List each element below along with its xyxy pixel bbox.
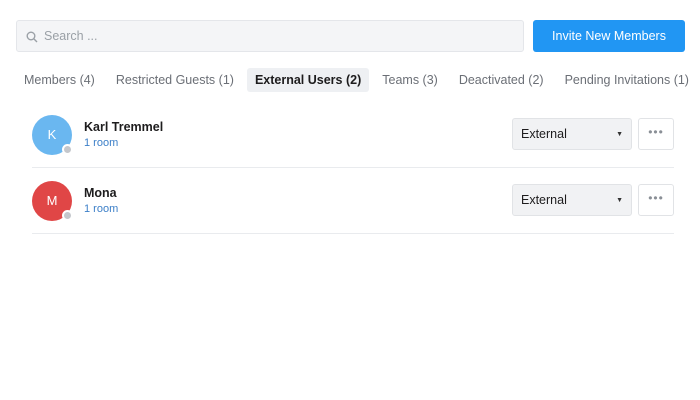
member-rooms-link[interactable]: 1 room (84, 137, 163, 149)
role-select[interactable]: External ▼ (512, 118, 632, 150)
more-horizontal-icon: ••• (648, 124, 664, 139)
caret-down-icon: ▼ (616, 196, 623, 204)
member-info: Mona 1 room (84, 186, 118, 215)
avatar[interactable]: M (32, 180, 73, 221)
role-select[interactable]: External ▼ (512, 184, 632, 216)
member-list: K Karl Tremmel 1 room External ▼ ••• M M… (32, 102, 674, 234)
member-controls: External ▼ ••• (512, 184, 674, 216)
member-tabs: Members (4) Restricted Guests (1) Extern… (16, 68, 700, 92)
status-dot-icon (62, 209, 73, 221)
more-options-button[interactable]: ••• (638, 184, 674, 216)
member-info: Karl Tremmel 1 room (84, 120, 163, 149)
member-row: M Mona 1 room External ▼ ••• (32, 168, 674, 234)
member-name: Karl Tremmel (84, 120, 164, 134)
search-input[interactable] (44, 29, 504, 43)
avatar-initial: M (46, 193, 58, 208)
search-box[interactable] (16, 20, 524, 52)
search-icon (26, 30, 38, 43)
member-controls: External ▼ ••• (512, 118, 674, 150)
tab-restricted-guests[interactable]: Restricted Guests (1) (108, 68, 242, 92)
tab-external-users[interactable]: External Users (2) (246, 68, 370, 92)
member-row: K Karl Tremmel 1 room External ▼ ••• (32, 102, 674, 168)
tab-members[interactable]: Members (4) (16, 68, 103, 92)
tab-teams[interactable]: Teams (3) (374, 68, 446, 92)
toolbar: Invite New Members (16, 20, 685, 52)
caret-down-icon: ▼ (616, 130, 623, 138)
more-horizontal-icon: ••• (648, 190, 664, 205)
avatar[interactable]: K (32, 114, 73, 155)
tab-deactivated[interactable]: Deactivated (2) (451, 68, 552, 92)
avatar-initial: K (47, 127, 57, 142)
role-select-value: External (521, 193, 567, 207)
more-options-button[interactable]: ••• (638, 118, 674, 150)
member-rooms-link[interactable]: 1 room (84, 203, 118, 215)
invite-new-members-button[interactable]: Invite New Members (533, 20, 685, 52)
member-name: Mona (84, 186, 117, 200)
role-select-value: External (521, 127, 567, 141)
status-dot-icon (62, 143, 73, 155)
tab-pending-invitations[interactable]: Pending Invitations (1) (557, 68, 697, 92)
